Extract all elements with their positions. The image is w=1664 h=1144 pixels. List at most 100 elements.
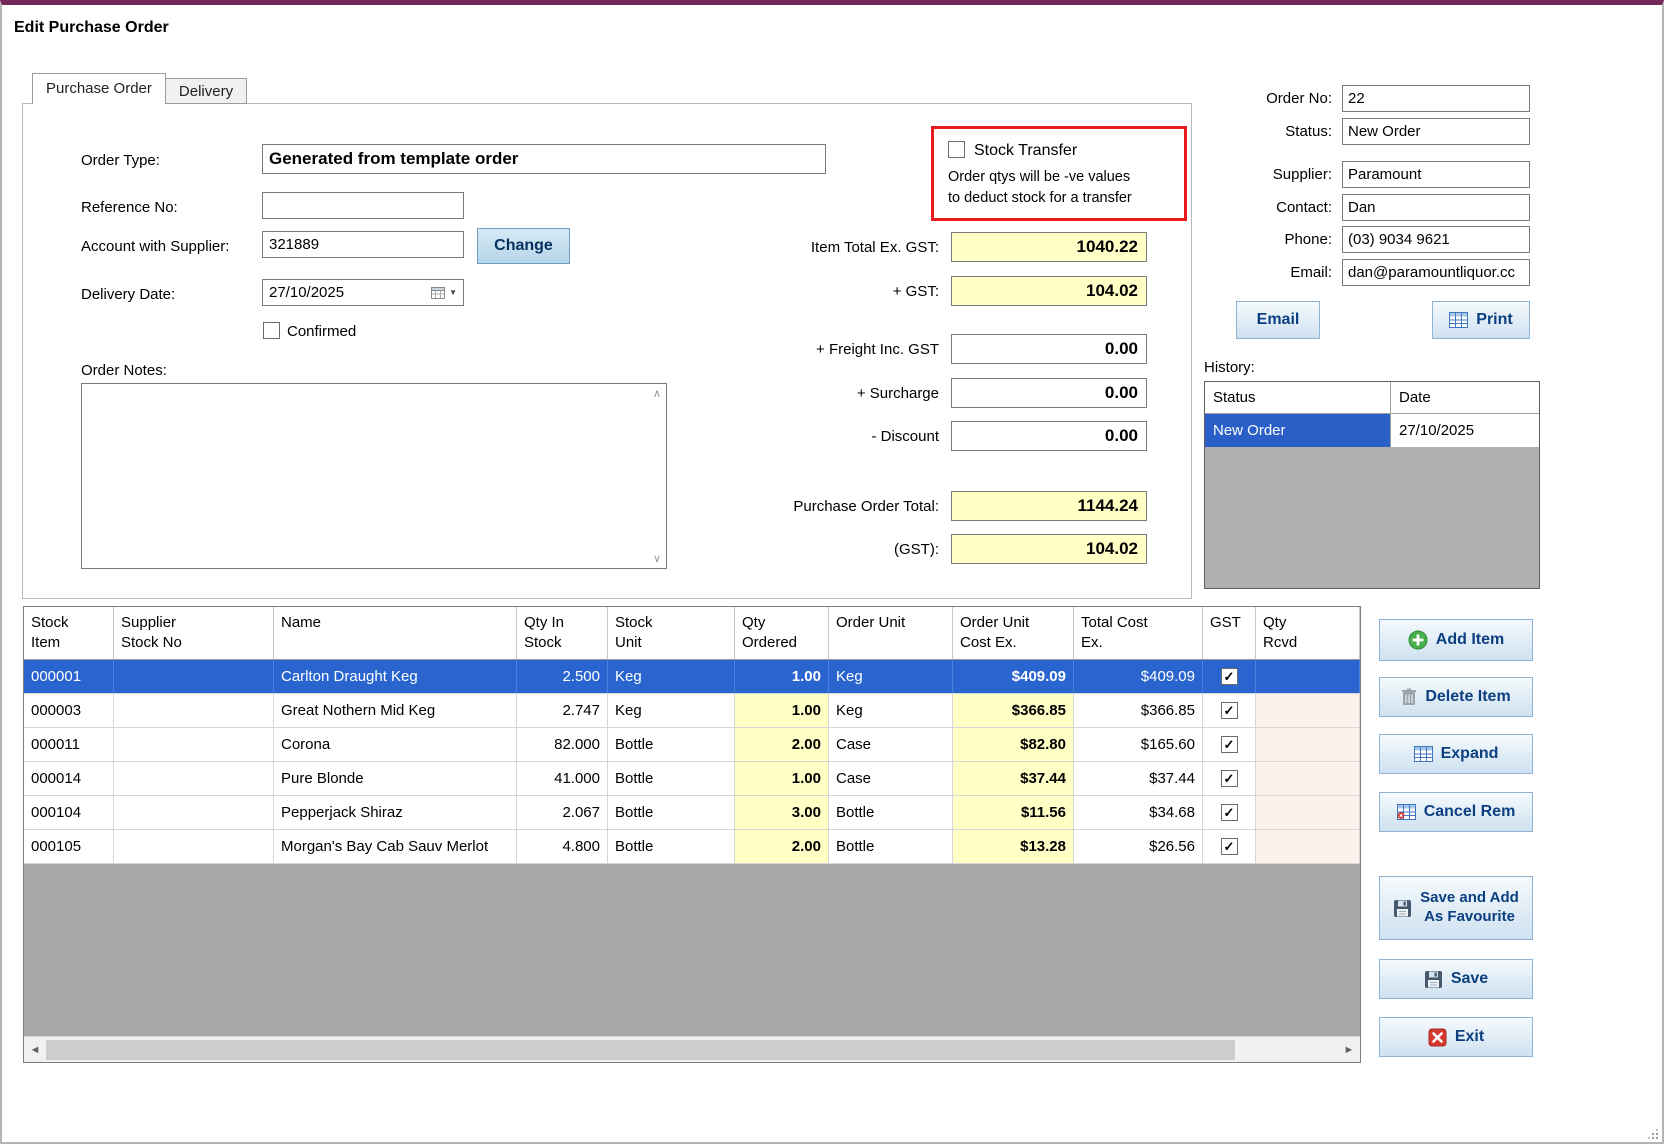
scrollbar-thumb[interactable]: [46, 1040, 1235, 1060]
cell-qty-in-stock: 41.000: [517, 762, 608, 795]
resize-grip[interactable]: [1646, 1127, 1658, 1139]
cancel-rem-button[interactable]: Cancel Rem: [1379, 792, 1533, 832]
col-order-unit-cost[interactable]: Order UnitCost Ex.: [953, 607, 1074, 659]
table-row[interactable]: 000105 Morgan's Bay Cab Sauv Merlot 4.80…: [24, 830, 1360, 864]
account-with-supplier-input[interactable]: 321889: [262, 231, 464, 258]
email-button[interactable]: Email: [1236, 301, 1320, 339]
surcharge-field[interactable]: 0.00: [951, 378, 1147, 408]
gst-checkbox[interactable]: ✓: [1221, 702, 1238, 719]
table-row[interactable]: 000104 Pepperjack Shiraz 2.067 Bottle 3.…: [24, 796, 1360, 830]
save-button[interactable]: Save: [1379, 959, 1533, 999]
table-row[interactable]: 000014 Pure Blonde 41.000 Bottle 1.00 Ca…: [24, 762, 1360, 796]
cell-stock-item: 000105: [24, 830, 114, 863]
gst-label: + GST:: [543, 283, 951, 300]
purchase-order-total-label: Purchase Order Total:: [543, 498, 951, 515]
delivery-date-label: Delivery Date:: [81, 286, 175, 303]
cell-stock-item: 000104: [24, 796, 114, 829]
order-type-input[interactable]: Generated from template order: [262, 144, 826, 174]
delete-item-button[interactable]: Delete Item: [1379, 677, 1533, 717]
freight-field[interactable]: 0.00: [951, 334, 1147, 364]
order-notes-label: Order Notes:: [81, 362, 167, 379]
print-button[interactable]: Print: [1432, 301, 1530, 339]
cell-order-unit-cost[interactable]: $37.44: [953, 762, 1074, 795]
cell-qty-rcvd[interactable]: [1256, 728, 1360, 761]
status-field[interactable]: New Order: [1342, 118, 1530, 145]
stock-transfer-checkbox[interactable]: [948, 141, 965, 158]
gst-checkbox[interactable]: ✓: [1221, 736, 1238, 753]
contact-row: Contact: Dan: [1208, 194, 1530, 221]
dropdown-arrow-icon[interactable]: ▼: [449, 288, 457, 297]
col-stock-unit[interactable]: StockUnit: [608, 607, 735, 659]
table-row[interactable]: 000011 Corona 82.000 Bottle 2.00 Case $8…: [24, 728, 1360, 762]
col-qty-rcvd[interactable]: QtyRcvd: [1256, 607, 1360, 659]
cell-gst: ✓: [1203, 796, 1256, 829]
discount-row: - Discount 0.00: [543, 421, 1147, 451]
delivery-date-input[interactable]: 27/10/2025 ▼: [262, 279, 464, 306]
gst-checkbox[interactable]: ✓: [1221, 770, 1238, 787]
cell-qty-rcvd[interactable]: [1256, 762, 1360, 795]
grid-icon: [1414, 746, 1433, 762]
table-row[interactable]: 000001 Carlton Draught Keg 2.500 Keg 1.0…: [24, 660, 1360, 694]
cell-qty-ordered[interactable]: 1.00: [735, 762, 829, 795]
cell-order-unit-cost[interactable]: $82.80: [953, 728, 1074, 761]
col-total-cost[interactable]: Total CostEx.: [1074, 607, 1203, 659]
exit-button[interactable]: Exit: [1379, 1017, 1533, 1057]
reference-no-input[interactable]: [262, 192, 464, 219]
cell-qty-rcvd[interactable]: [1256, 694, 1360, 727]
col-qty-ordered[interactable]: QtyOrdered: [735, 607, 829, 659]
stock-transfer-note-line1: Order qtys will be -ve values: [948, 169, 1130, 185]
phone-field[interactable]: (03) 9034 9621: [1342, 226, 1530, 253]
history-row[interactable]: New Order 27/10/2025: [1205, 414, 1539, 447]
cell-order-unit-cost[interactable]: $13.28: [953, 830, 1074, 863]
order-no-field[interactable]: 22: [1342, 85, 1530, 112]
tab-delivery[interactable]: Delivery: [165, 78, 247, 104]
save-and-add-favourite-button[interactable]: Save and Add As Favourite: [1379, 876, 1533, 940]
col-qty-in-stock[interactable]: Qty InStock: [517, 607, 608, 659]
cell-qty-ordered[interactable]: 1.00: [735, 694, 829, 727]
history-col-date[interactable]: Date: [1391, 382, 1539, 413]
add-item-button[interactable]: Add Item: [1379, 619, 1533, 661]
print-grid-icon: [1449, 312, 1468, 328]
tab-purchase-order[interactable]: Purchase Order: [32, 73, 166, 104]
table-row[interactable]: 000003 Great Nothern Mid Keg 2.747 Keg 1…: [24, 694, 1360, 728]
cell-supplier-stock-no: [114, 728, 274, 761]
horizontal-scrollbar[interactable]: ◄ ►: [24, 1036, 1360, 1062]
cell-qty-rcvd[interactable]: [1256, 660, 1360, 693]
discount-field[interactable]: 0.00: [951, 421, 1147, 451]
history-col-status[interactable]: Status: [1205, 382, 1391, 413]
contact-field[interactable]: Dan: [1342, 194, 1530, 221]
cell-gst: ✓: [1203, 660, 1256, 693]
col-gst[interactable]: GST: [1203, 607, 1256, 659]
col-stock-item[interactable]: StockItem: [24, 607, 114, 659]
col-name[interactable]: Name: [274, 607, 517, 659]
cell-stock-unit: Keg: [608, 694, 735, 727]
cell-qty-ordered[interactable]: 1.00: [735, 660, 829, 693]
cell-qty-ordered[interactable]: 3.00: [735, 796, 829, 829]
calendar-icon[interactable]: [431, 286, 445, 299]
scroll-left-icon[interactable]: ◄: [24, 1037, 46, 1063]
cell-qty-ordered[interactable]: 2.00: [735, 728, 829, 761]
cell-qty-rcvd[interactable]: [1256, 796, 1360, 829]
cell-qty-rcvd[interactable]: [1256, 830, 1360, 863]
scroll-right-icon[interactable]: ►: [1338, 1037, 1360, 1063]
cell-qty-ordered[interactable]: 2.00: [735, 830, 829, 863]
supplier-field[interactable]: Paramount: [1342, 161, 1530, 188]
email-field[interactable]: dan@paramountliquor.cc: [1342, 259, 1530, 286]
confirmed-checkbox[interactable]: [263, 322, 280, 339]
checkmark-icon: ✓: [1224, 839, 1235, 855]
cell-order-unit-cost[interactable]: $11.56: [953, 796, 1074, 829]
discount-label: - Discount: [543, 428, 951, 445]
col-label: Stock: [31, 613, 113, 633]
col-supplier-stock-no[interactable]: SupplierStock No: [114, 607, 274, 659]
col-order-unit[interactable]: Order Unit: [829, 607, 953, 659]
gst-checkbox[interactable]: ✓: [1221, 668, 1238, 685]
col-label: Stock: [615, 613, 734, 633]
cell-order-unit-cost[interactable]: $409.09: [953, 660, 1074, 693]
gst-checkbox[interactable]: ✓: [1221, 838, 1238, 855]
gst-checkbox[interactable]: ✓: [1221, 804, 1238, 821]
scrollbar-track[interactable]: [46, 1037, 1338, 1062]
expand-button[interactable]: Expand: [1379, 734, 1533, 774]
purchase-order-total-field: 1144.24: [951, 491, 1147, 521]
cell-stock-item: 000014: [24, 762, 114, 795]
cell-order-unit-cost[interactable]: $366.85: [953, 694, 1074, 727]
